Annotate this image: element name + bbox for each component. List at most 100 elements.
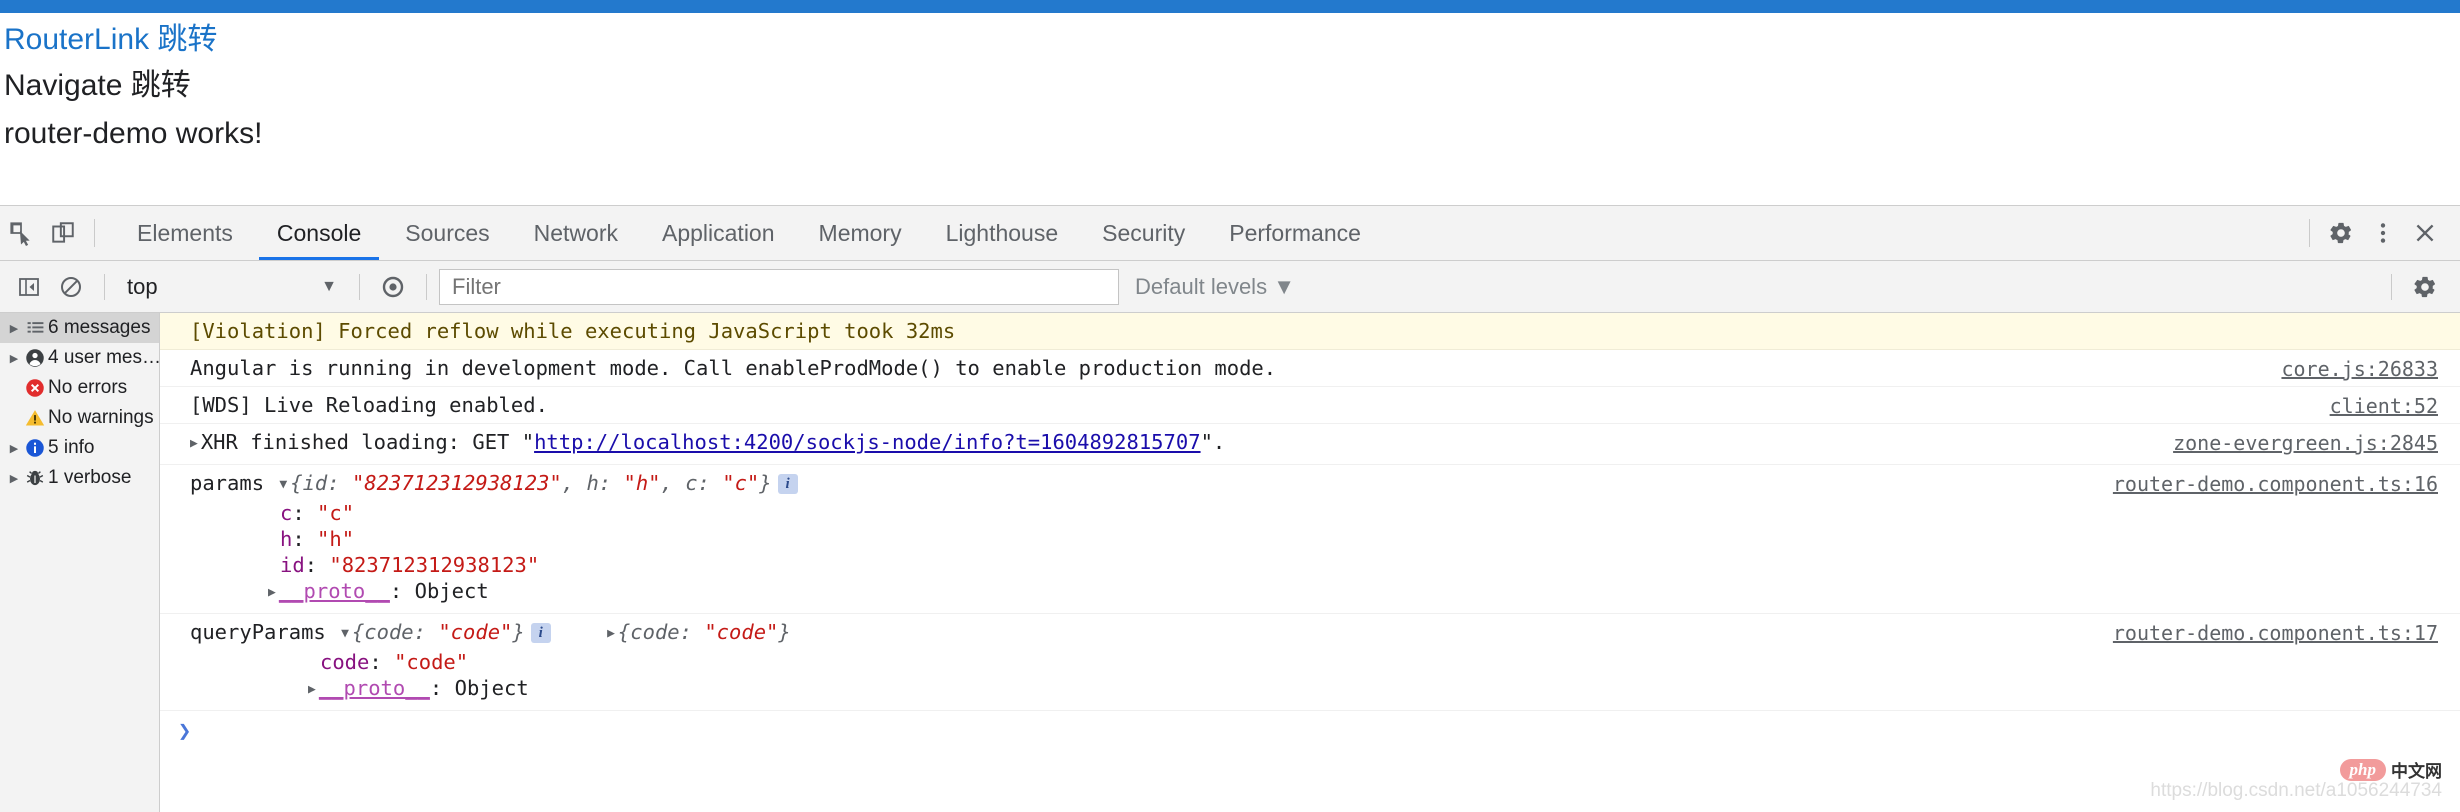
more-options-icon[interactable] (2362, 212, 2404, 254)
close-devtools-icon[interactable] (2404, 212, 2446, 254)
angular-text: Angular is running in development mode. … (190, 356, 1276, 380)
tab-lighthouse[interactable]: Lighthouse (924, 206, 1081, 260)
console-prompt[interactable]: ❯ (160, 711, 2460, 752)
tab-elements[interactable]: Elements (115, 206, 255, 260)
collapse-arrow-icon[interactable]: ▼ (279, 472, 287, 498)
expand-arrow-icon[interactable]: ▶ (268, 580, 276, 606)
prop-value: "code" (394, 650, 468, 674)
log-levels-label: Default levels (1135, 274, 1267, 299)
expand-arrow-icon[interactable]: ▶ (6, 472, 22, 485)
preview-key-h: , h: (562, 471, 624, 495)
sidebar-item-errors[interactable]: No errors (0, 373, 159, 403)
prop-value: "h" (317, 527, 354, 551)
prop-value: "823712312938123" (329, 553, 539, 577)
expand-arrow-icon[interactable]: ▶ (308, 677, 316, 703)
expand-arrow-icon[interactable]: ▶ (6, 352, 22, 365)
devtools-panel: Elements Console Sources Network Applica… (0, 205, 2460, 810)
live-expression-icon[interactable] (372, 266, 414, 308)
tab-console[interactable]: Console (255, 206, 383, 260)
params-label: params (190, 471, 264, 495)
sidebar-item-label: 6 messages (48, 317, 150, 339)
source-link[interactable]: router-demo.component.ts:16 (2113, 471, 2438, 497)
prop-key: id (280, 553, 305, 577)
proto-sep: : (390, 579, 415, 603)
queryparams-label: queryParams (190, 620, 326, 644)
sidebar-item-warnings[interactable]: No warnings (0, 403, 159, 433)
sidebar-item-label: 4 user mes… (48, 347, 159, 369)
source-link[interactable]: router-demo.component.ts:17 (2113, 620, 2438, 646)
filterbar-divider-4 (2391, 274, 2392, 300)
proto-key[interactable]: __proto__ (319, 676, 430, 700)
bug-icon (22, 468, 48, 488)
execution-context-select[interactable]: top ▼ (117, 270, 347, 304)
expand-arrow-icon[interactable]: ▶ (607, 621, 615, 647)
console-sidebar: ▶ 6 messages ▶ (0, 313, 160, 812)
device-toolbar-icon[interactable] (42, 212, 84, 254)
routerlink-navigate-link[interactable]: RouterLink 跳转 (0, 25, 217, 55)
source-link[interactable]: core.js:26833 (2281, 356, 2438, 382)
console-settings-gear-icon[interactable] (2404, 266, 2446, 308)
expand-arrow-icon[interactable]: ▶ (190, 431, 198, 457)
preview-key-id: id: (303, 471, 352, 495)
collapse-arrow-icon[interactable]: ▼ (341, 621, 349, 647)
chevron-down-icon: ▼ (321, 278, 337, 296)
sidebar-item-user-messages[interactable]: ▶ 4 user mes… (0, 343, 159, 373)
xhr-prefix: XHR finished loading: GET " (201, 430, 534, 454)
filterbar-divider-3 (426, 274, 427, 300)
source-link[interactable]: zone-evergreen.js:2845 (2173, 430, 2438, 456)
expand-arrow-icon[interactable]: ▶ (6, 322, 22, 335)
tab-network[interactable]: Network (512, 206, 640, 260)
tab-performance[interactable]: Performance (1207, 206, 1383, 260)
console-message-xhr[interactable]: ▶XHR finished loading: GET "http://local… (160, 424, 2460, 465)
console-sidebar-toggle-icon[interactable] (8, 266, 50, 308)
proto-value: Object (455, 676, 529, 700)
params-proto-row[interactable]: ▶__proto__: Object (190, 578, 2460, 608)
expand-arrow-icon[interactable]: ▶ (6, 442, 22, 455)
proto-key[interactable]: __proto__ (279, 579, 390, 603)
console-message-angular[interactable]: Angular is running in development mode. … (160, 350, 2460, 387)
queryparams-preview: {code: "code"} (352, 620, 525, 644)
queryparams-second-preview: {code: "code"} (618, 620, 791, 644)
toolbar-divider (94, 219, 95, 247)
sidebar-item-info[interactable]: ▶ 5 info (0, 433, 159, 463)
execution-context-value: top (127, 274, 158, 300)
tab-sources[interactable]: Sources (383, 206, 511, 260)
preview-value-c: "c" (722, 471, 759, 495)
brace-close: } (778, 620, 790, 644)
app-page-content: RouterLink 跳转 Navigate 跳转 router-demo wo… (0, 13, 2460, 205)
sidebar-item-verbose[interactable]: ▶ 1 verbose (0, 463, 159, 493)
prop-key: c (280, 501, 292, 525)
tab-security[interactable]: Security (1080, 206, 1207, 260)
xhr-url-link[interactable]: http://localhost:4200/sockjs-node/info?t… (534, 430, 1200, 454)
log-levels-dropdown[interactable]: Default levels ▼ (1135, 274, 1295, 300)
console-message-params[interactable]: params ▼{id: "823712312938123", h: "h", … (160, 465, 2460, 614)
params-preview: {id: "823712312938123", h: "h", c: "c"} (290, 471, 771, 495)
clear-console-icon[interactable] (50, 266, 92, 308)
inspect-element-icon[interactable] (0, 212, 42, 254)
devtools-tabbar-actions (2299, 212, 2460, 254)
preview-value-id: "823712312938123" (352, 471, 562, 495)
proto-sep: : (430, 676, 455, 700)
preview-key-code: code: (364, 620, 438, 644)
brace-close: } (759, 471, 771, 495)
console-message-wds[interactable]: [WDS] Live Reloading enabled. client:52 (160, 387, 2460, 424)
console-message-queryparams[interactable]: queryParams ▼{code: "code"}i ▶{code: "co… (160, 614, 2460, 711)
info-badge-icon[interactable]: i (531, 623, 551, 643)
xhr-suffix: ". (1201, 430, 1226, 454)
filter-input[interactable] (439, 269, 1119, 305)
sidebar-item-messages[interactable]: ▶ 6 messages (0, 313, 159, 343)
console-message-violation[interactable]: [Violation] Forced reflow while executin… (160, 313, 2460, 350)
list-icon (22, 319, 48, 338)
proto-value: Object (415, 579, 489, 603)
preview-value-code: "code" (704, 620, 778, 644)
violation-text: [Violation] Forced reflow while executin… (190, 319, 955, 343)
tab-application[interactable]: Application (640, 206, 797, 260)
brace-open: { (352, 620, 364, 644)
settings-gear-icon[interactable] (2320, 212, 2362, 254)
brace-close: } (512, 620, 524, 644)
tab-memory[interactable]: Memory (797, 206, 924, 260)
source-link[interactable]: client:52 (2330, 393, 2438, 419)
preview-key-code: code: (630, 620, 704, 644)
queryparams-proto-row[interactable]: ▶__proto__: Object (190, 675, 2460, 705)
info-badge-icon[interactable]: i (778, 474, 798, 494)
